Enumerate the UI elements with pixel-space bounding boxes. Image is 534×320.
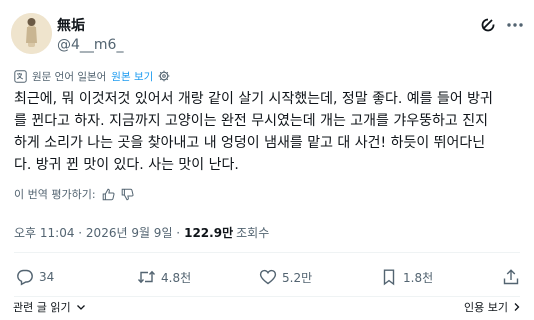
translation-settings-icon[interactable] [158, 70, 170, 82]
tweet-text-line: 를 뀐다고 하자. 지금까지 고양이는 완전 무시였는데 개는 고개를 갸우뚱하… [14, 113, 488, 129]
chevron-down-icon [76, 302, 86, 312]
quotes-label: 인용 보기 [464, 301, 508, 314]
divider [14, 252, 520, 253]
translate-icon [14, 69, 27, 83]
tweet-text: 최근에, 뭐 이것저것 있어서 개랑 같이 살기 시작했는데, 정말 좋다. 예… [14, 88, 528, 176]
bookmark-icon [380, 268, 398, 286]
avatar[interactable] [11, 13, 52, 54]
like-button[interactable]: 5.2만 [259, 267, 312, 287]
views-button[interactable]: 1.8천 [380, 267, 433, 287]
retweet-count: 4.8천 [161, 270, 192, 285]
grok-icon[interactable] [479, 16, 497, 34]
translation-bar: 원문 언어 일본어 원본 보기 [14, 68, 170, 84]
views-action-count: 1.8천 [403, 270, 434, 285]
translation-note: 원문 언어 일본어 [32, 70, 107, 83]
heart-icon [259, 268, 277, 286]
thumbs-up-icon[interactable] [102, 188, 115, 201]
rate-translation-label: 이 번역 평가하기: [14, 188, 96, 201]
share-button[interactable] [502, 267, 520, 287]
tweet-text-line: 다. 방귀 뀐 맛이 있다. 사는 맛이 난다. [14, 157, 239, 173]
more-options-icon[interactable] [505, 16, 525, 34]
views-label: 조회수 [236, 225, 270, 240]
related-posts-label: 관련 글 읽기 [13, 301, 71, 314]
tweet-text-line: 최근에, 뭐 이것저것 있어서 개랑 같이 살기 시작했는데, 정말 좋다. 예… [14, 91, 493, 107]
chevron-right-icon [513, 302, 521, 312]
reply-icon [16, 268, 34, 286]
reply-button[interactable]: 34 [16, 267, 54, 287]
timestamp[interactable]: 오후 11:04 · 2026년 9월 9일 · [14, 224, 180, 241]
author-display-name[interactable]: 無垢 [57, 15, 85, 35]
thumbs-down-icon[interactable] [121, 188, 134, 201]
retweet-icon [137, 268, 156, 286]
tweet-meta: 오후 11:04 · 2026년 9월 9일 · 122.9만 조회수 [14, 223, 269, 241]
rate-translation: 이 번역 평가하기: [14, 185, 134, 203]
reply-count: 34 [39, 270, 55, 284]
show-original-link[interactable]: 원본 보기 [111, 69, 153, 84]
author-handle[interactable]: @4__m6_ [57, 37, 123, 53]
tweet-text-line: 하게 소리가 나는 곳을 찾아내고 내 엉덩이 냄새를 맡고 대 사건! 하듯이… [14, 135, 486, 151]
share-icon [502, 268, 520, 286]
related-posts-link[interactable]: 관련 글 읽기 [13, 297, 86, 317]
quotes-link[interactable]: 인용 보기 [464, 297, 521, 317]
like-count: 5.2만 [282, 270, 313, 285]
views-count: 122.9만 [184, 225, 234, 240]
avatar-image [11, 13, 52, 54]
divider [14, 296, 520, 297]
retweet-button[interactable]: 4.8천 [137, 267, 191, 287]
